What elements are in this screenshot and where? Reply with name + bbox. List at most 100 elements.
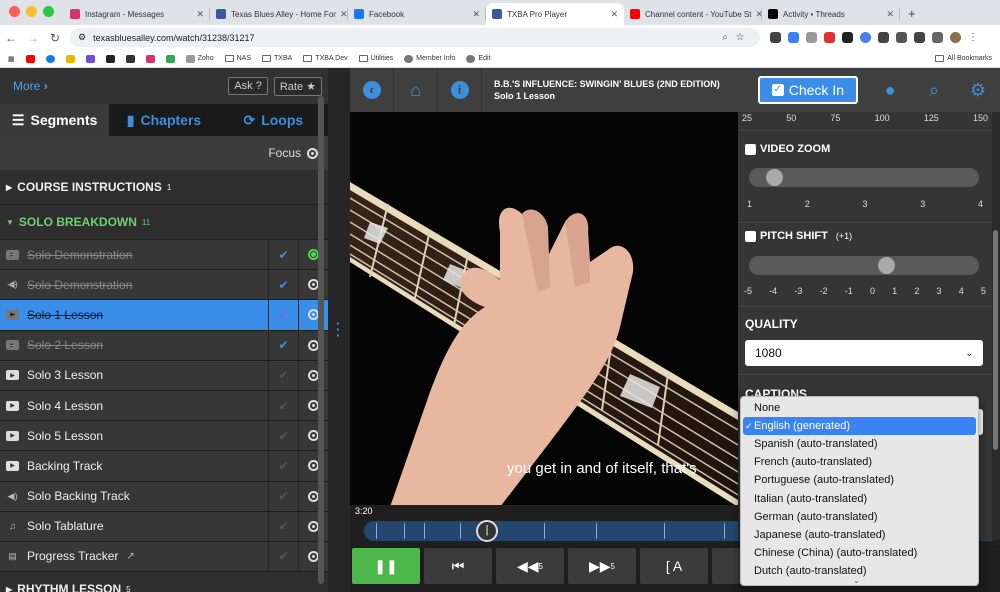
caption-option[interactable]: German (auto-translated) bbox=[741, 508, 978, 526]
caption-option[interactable]: Italian (auto-translated) bbox=[741, 489, 978, 507]
browser-tab[interactable]: Activity • Threads ✕ bbox=[762, 3, 900, 25]
ask-button[interactable]: Ask ? bbox=[228, 77, 268, 95]
extension-icon[interactable] bbox=[806, 32, 817, 43]
segment-label[interactable]: ▶ Solo 4 Lesson bbox=[0, 391, 268, 420]
browser-tab[interactable]: Instagram - Messages ✕ bbox=[64, 3, 210, 25]
browser-tab[interactable]: Facebook ✕ bbox=[348, 3, 486, 25]
segment-label[interactable]: ▶ Solo 2 Lesson bbox=[0, 331, 268, 360]
scroll-down-icon[interactable]: ⌄ bbox=[853, 576, 860, 585]
complete-check[interactable]: ✔ bbox=[268, 360, 298, 390]
segment-row[interactable]: ▶ Solo 1 Lesson ✔ bbox=[0, 300, 328, 331]
complete-check[interactable]: ✔ bbox=[268, 541, 298, 572]
section-rhythm-lesson[interactable]: ▶ RHYTHM LESSON 5 bbox=[0, 572, 328, 592]
segment-label[interactable]: ▶ Backing Track bbox=[0, 451, 268, 480]
bookmark-edit[interactable]: Edit bbox=[466, 54, 491, 63]
search-button[interactable]: ⌕ bbox=[912, 68, 956, 112]
rewind-5-button[interactable]: ◀◀ 5 bbox=[496, 548, 564, 584]
focus-toggle[interactable]: Focus bbox=[0, 136, 328, 170]
bookmark-txba[interactable]: TXBA bbox=[262, 55, 292, 62]
menu-kebab-icon[interactable]: ⋮ bbox=[968, 32, 978, 43]
bookmark-txba-dev[interactable]: TXBA Dev bbox=[303, 55, 348, 62]
browser-tab[interactable]: TXBA Pro Player ✕ bbox=[486, 3, 624, 25]
segment-row[interactable]: ▤ Progress Tracker ↗ ✔ bbox=[0, 541, 328, 573]
caption-option[interactable]: Japanese (auto-translated) bbox=[741, 526, 978, 544]
bookmark-icon[interactable] bbox=[65, 54, 75, 63]
complete-check[interactable]: ✔ bbox=[268, 511, 298, 541]
browser-tab[interactable]: Texas Blues Alley - Home For ✕ bbox=[210, 3, 348, 25]
bookmark-utilities[interactable]: Utilities bbox=[358, 55, 393, 62]
reload-icon[interactable]: ↻ bbox=[44, 31, 66, 45]
caption-option[interactable]: Spanish (auto-translated) bbox=[741, 435, 978, 453]
panel-scrollbar[interactable] bbox=[318, 96, 324, 584]
check-in-button[interactable]: ✓ Check In bbox=[757, 76, 858, 104]
segment-row[interactable]: ◀) Solo Demonstration ✔ bbox=[0, 270, 328, 301]
segment-label[interactable]: ▤ Progress Tracker ↗ bbox=[0, 542, 268, 571]
complete-check[interactable]: ✔ bbox=[268, 451, 298, 481]
close-tab-icon[interactable]: ✕ bbox=[882, 9, 894, 20]
extension-icon[interactable] bbox=[878, 32, 889, 43]
back-arrow-icon[interactable]: ← bbox=[0, 31, 22, 45]
browser-tab[interactable]: Channel content - YouTube St ✕ bbox=[624, 3, 762, 25]
profile-icon[interactable] bbox=[860, 32, 871, 43]
maximize-window-button[interactable] bbox=[43, 6, 54, 17]
video-zoom-toggle[interactable]: VIDEO ZOOM bbox=[745, 143, 830, 155]
close-tab-icon[interactable]: ✕ bbox=[751, 9, 762, 20]
segment-row[interactable]: ▶ Solo 4 Lesson ✔ bbox=[0, 390, 328, 422]
bookmark-icon[interactable] bbox=[165, 54, 175, 63]
segment-row[interactable]: ♫ Solo Tablature ✔ bbox=[0, 511, 328, 542]
bookmark-icon[interactable] bbox=[85, 54, 95, 63]
bookmark-member-info[interactable]: Member Info bbox=[404, 54, 455, 63]
panel-divider[interactable]: · · · bbox=[328, 68, 350, 592]
section-course-instructions[interactable]: ▶ COURSE INSTRUCTIONS 1 bbox=[0, 170, 328, 205]
zoom-and-bookmark-icons[interactable]: ⌕☆ bbox=[722, 32, 752, 43]
forward-5-button[interactable]: ▶▶ 5 bbox=[568, 548, 636, 584]
site-info-icon[interactable]: ⚙ bbox=[78, 32, 86, 43]
pitch-shift-toggle[interactable]: PITCH SHIFT (+1) bbox=[745, 230, 852, 242]
complete-check[interactable]: ✔ bbox=[268, 481, 298, 511]
extension-icon[interactable] bbox=[770, 32, 781, 43]
close-tab-icon[interactable]: ✕ bbox=[468, 9, 480, 20]
segment-label[interactable]: ▶ Solo Demonstration bbox=[0, 240, 268, 269]
segment-label[interactable]: ▶ Solo 3 Lesson bbox=[0, 361, 268, 390]
extension-icon[interactable] bbox=[914, 32, 925, 43]
segment-label[interactable]: ▶ Solo 5 Lesson bbox=[0, 421, 268, 450]
pitch-shift-slider[interactable] bbox=[749, 256, 979, 275]
segment-label[interactable]: ♫ Solo Tablature bbox=[0, 512, 268, 541]
puzzle-icon[interactable] bbox=[896, 32, 907, 43]
loop-a-button[interactable]: [ A bbox=[640, 548, 708, 584]
segment-row[interactable]: ▶ Solo 5 Lesson ✔ bbox=[0, 421, 328, 452]
bookmark-icon[interactable] bbox=[145, 54, 155, 63]
segment-row[interactable]: ▶ Solo 3 Lesson ✔ bbox=[0, 360, 328, 391]
caption-option[interactable]: English (generated) bbox=[743, 417, 976, 436]
extension-icon[interactable] bbox=[842, 32, 853, 43]
bookmark-nas[interactable]: NAS bbox=[224, 55, 251, 62]
close-tab-icon[interactable]: ✕ bbox=[606, 9, 618, 20]
apps-grid-icon[interactable]: ▦ bbox=[8, 55, 15, 63]
tab-loops[interactable]: ⟳ Loops bbox=[219, 104, 328, 136]
home-button[interactable]: ⌂ bbox=[394, 68, 438, 112]
bookmark-icon[interactable] bbox=[105, 54, 115, 63]
pause-button[interactable]: ❚❚ bbox=[352, 548, 420, 584]
extension-icon[interactable] bbox=[824, 32, 835, 43]
segment-row[interactable]: ◀) Solo Backing Track ✔ bbox=[0, 481, 328, 512]
back-button[interactable]: ‹ bbox=[350, 68, 394, 112]
extension-icon[interactable] bbox=[788, 32, 799, 43]
drag-handle-icon[interactable]: · · · bbox=[336, 316, 341, 342]
settings-scrollbar[interactable] bbox=[992, 112, 1000, 540]
bookmark-zoho[interactable]: Zoho bbox=[185, 54, 214, 63]
slider-handle[interactable] bbox=[765, 169, 783, 186]
slider-handle[interactable] bbox=[877, 257, 895, 274]
complete-check[interactable]: ✔ bbox=[268, 300, 298, 330]
extension-icon[interactable] bbox=[932, 32, 943, 43]
playhead-handle[interactable]: | bbox=[476, 520, 498, 542]
settings-button[interactable]: ⚙ bbox=[956, 68, 1000, 112]
bookmark-icon[interactable] bbox=[45, 54, 55, 63]
close-window-button[interactable] bbox=[9, 6, 20, 17]
caption-option[interactable]: French (auto-translated) bbox=[741, 453, 978, 471]
section-solo-breakdown[interactable]: ▼ SOLO BREAKDOWN 11 bbox=[0, 205, 328, 240]
bookmark-icon[interactable] bbox=[25, 54, 35, 63]
avatar-icon[interactable] bbox=[950, 32, 961, 43]
url-field[interactable]: ⚙ texasbluesalley.com/watch/31238/31217 … bbox=[70, 28, 760, 47]
complete-check[interactable]: ✔ bbox=[268, 330, 298, 360]
minimize-window-button[interactable] bbox=[26, 6, 37, 17]
